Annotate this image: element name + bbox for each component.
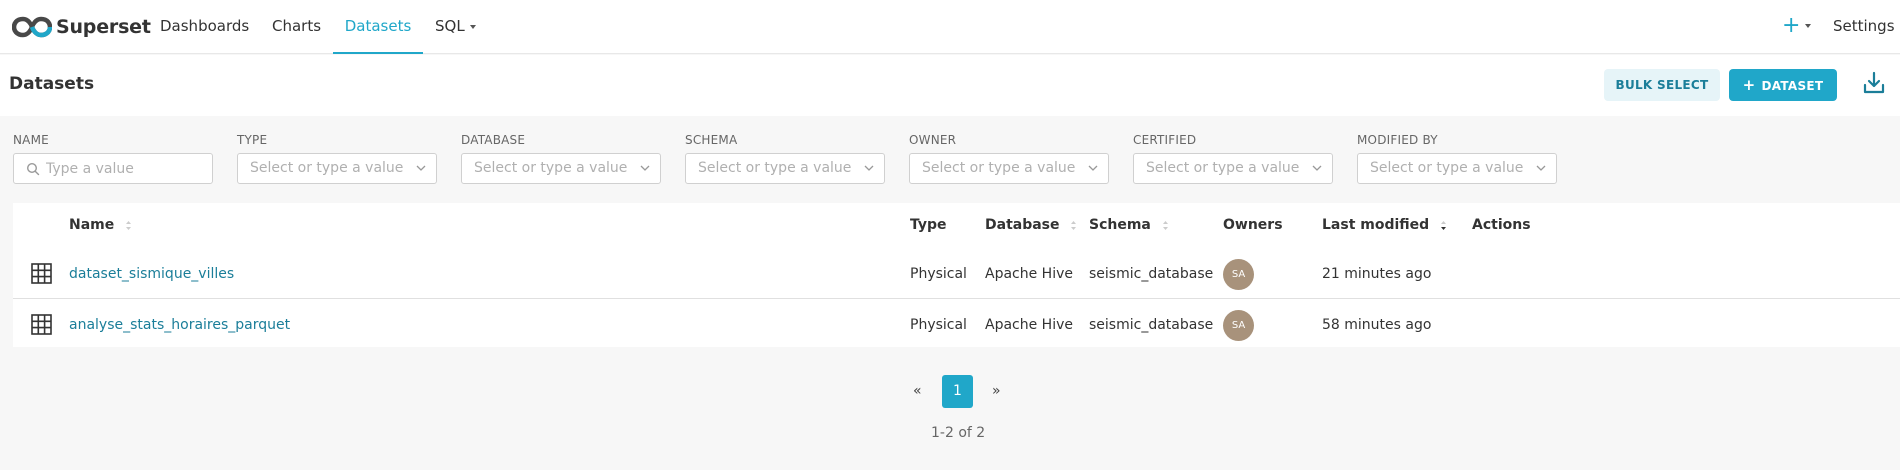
certified-select[interactable]: Select or type a value [1133,153,1333,184]
superset-logo[interactable]: Superset [12,13,151,41]
owner-select-placeholder: Select or type a value [922,160,1076,176]
filter-schema-label: SCHEMA [685,133,738,147]
type-select[interactable]: Select or type a value [237,153,437,184]
sort-desc-icon [1441,220,1447,230]
table-icon [31,314,52,335]
dataset-type: Physical [910,317,967,333]
sort-icon [1162,220,1168,230]
chevron-down-icon [1805,24,1812,28]
filter-database-label: DATABASE [461,133,526,147]
dataset-modified: 21 minutes ago [1322,266,1432,282]
datasets-table: Name Type Database Schema Owners Last mo… [13,203,1900,347]
plus-icon: + [1742,76,1756,94]
dataset-database: Apache Hive [985,317,1073,333]
settings-menu[interactable]: Settings [1833,0,1900,82]
filter-certified-label: CERTIFIED [1133,133,1197,147]
table-row: dataset_sismique_villes Physical Apache … [13,249,1900,299]
chevron-down-icon [469,24,476,29]
nav-dashboards[interactable]: Dashboards [160,0,249,54]
new-item-menu[interactable]: + [1782,0,1812,54]
filter-name-label: NAME [13,133,49,147]
dataset-modified: 58 minutes ago [1322,317,1432,333]
plus-icon: + [1782,13,1801,38]
column-header-actions: Actions [1472,217,1531,233]
pagination-count: 1-2 of 2 [931,425,986,441]
filter-type: TYPE Select or type a value [237,133,437,184]
filter-modified-by-label: MODIFIED BY [1357,133,1438,147]
nav-charts[interactable]: Charts [272,0,321,54]
modified-by-select[interactable]: Select or type a value [1357,153,1557,184]
filter-database: DATABASE Select or type a value [461,133,661,184]
database-select[interactable]: Select or type a value [461,153,661,184]
column-header-name[interactable]: Name [69,203,132,247]
page-title: Datasets [9,74,95,94]
pagination-page-1[interactable]: 1 [942,375,973,408]
avatar[interactable]: SA [1223,310,1254,341]
column-header-type: Type [910,217,947,233]
chevron-down-icon [416,165,426,171]
dataset-schema: seismic_database [1089,317,1214,333]
pagination-next[interactable]: » [992,375,1001,408]
search-icon [26,162,40,176]
filter-schema: SCHEMA Select or type a value [685,133,885,184]
column-header-schema-label: Schema [1089,217,1151,233]
sort-icon [126,220,132,230]
bulk-select-button[interactable]: BULK SELECT [1604,69,1720,101]
chevron-down-icon [864,165,874,171]
name-search-input[interactable] [46,154,212,183]
nav-sql-label: SQL [435,17,465,35]
pagination-prev[interactable]: « [913,375,922,408]
avatar[interactable]: SA [1223,259,1254,290]
add-dataset-label: DATASET [1761,79,1824,93]
chevron-down-icon [1088,165,1098,171]
schema-select[interactable]: Select or type a value [685,153,885,184]
dataset-type: Physical [910,266,967,282]
dataset-database: Apache Hive [985,266,1073,282]
nav-sql-menu[interactable]: SQL [435,0,476,54]
sort-icon [1071,220,1077,230]
column-header-database-label: Database [985,217,1060,233]
column-header-owners: Owners [1223,217,1283,233]
filter-certified: CERTIFIED Select or type a value [1133,133,1333,184]
table-row: analyse_stats_horaires_parquet Physical … [13,300,1900,350]
column-header-name-label: Name [69,217,115,233]
filter-owner: OWNER Select or type a value [909,133,1109,184]
filter-type-label: TYPE [237,133,268,147]
certified-select-placeholder: Select or type a value [1146,160,1300,176]
type-select-placeholder: Select or type a value [250,160,404,176]
modified-by-select-placeholder: Select or type a value [1370,160,1524,176]
column-header-schema[interactable]: Schema [1089,203,1169,247]
column-header-database[interactable]: Database [985,203,1077,247]
column-header-last-modified-label: Last modified [1322,217,1430,233]
filter-modified-by: MODIFIED BY Select or type a value [1357,133,1557,184]
table-icon [31,263,52,284]
brand-name: Superset [56,16,151,38]
top-navbar: Superset Dashboards Charts Datasets SQL … [0,0,1900,82]
dataset-name-link[interactable]: analyse_stats_horaires_parquet [69,300,290,350]
chevron-down-icon [640,165,650,171]
schema-select-placeholder: Select or type a value [698,160,852,176]
chevron-down-icon [1536,165,1546,171]
database-select-placeholder: Select or type a value [474,160,628,176]
dataset-schema: seismic_database [1089,266,1214,282]
filter-owner-label: OWNER [909,133,957,147]
superset-logo-icon [12,16,52,38]
name-search-field[interactable] [13,153,213,184]
page-header: Datasets BULK SELECT + DATASET [0,55,1900,116]
owner-select[interactable]: Select or type a value [909,153,1109,184]
column-header-last-modified[interactable]: Last modified [1322,203,1447,247]
dataset-name-link[interactable]: dataset_sismique_villes [69,249,234,299]
chevron-down-icon [1312,165,1322,171]
add-dataset-button[interactable]: + DATASET [1729,69,1837,101]
nav-datasets[interactable]: Datasets [333,0,423,54]
import-icon[interactable] [1861,70,1887,96]
filter-name: NAME [13,133,213,184]
settings-label: Settings [1833,17,1895,35]
